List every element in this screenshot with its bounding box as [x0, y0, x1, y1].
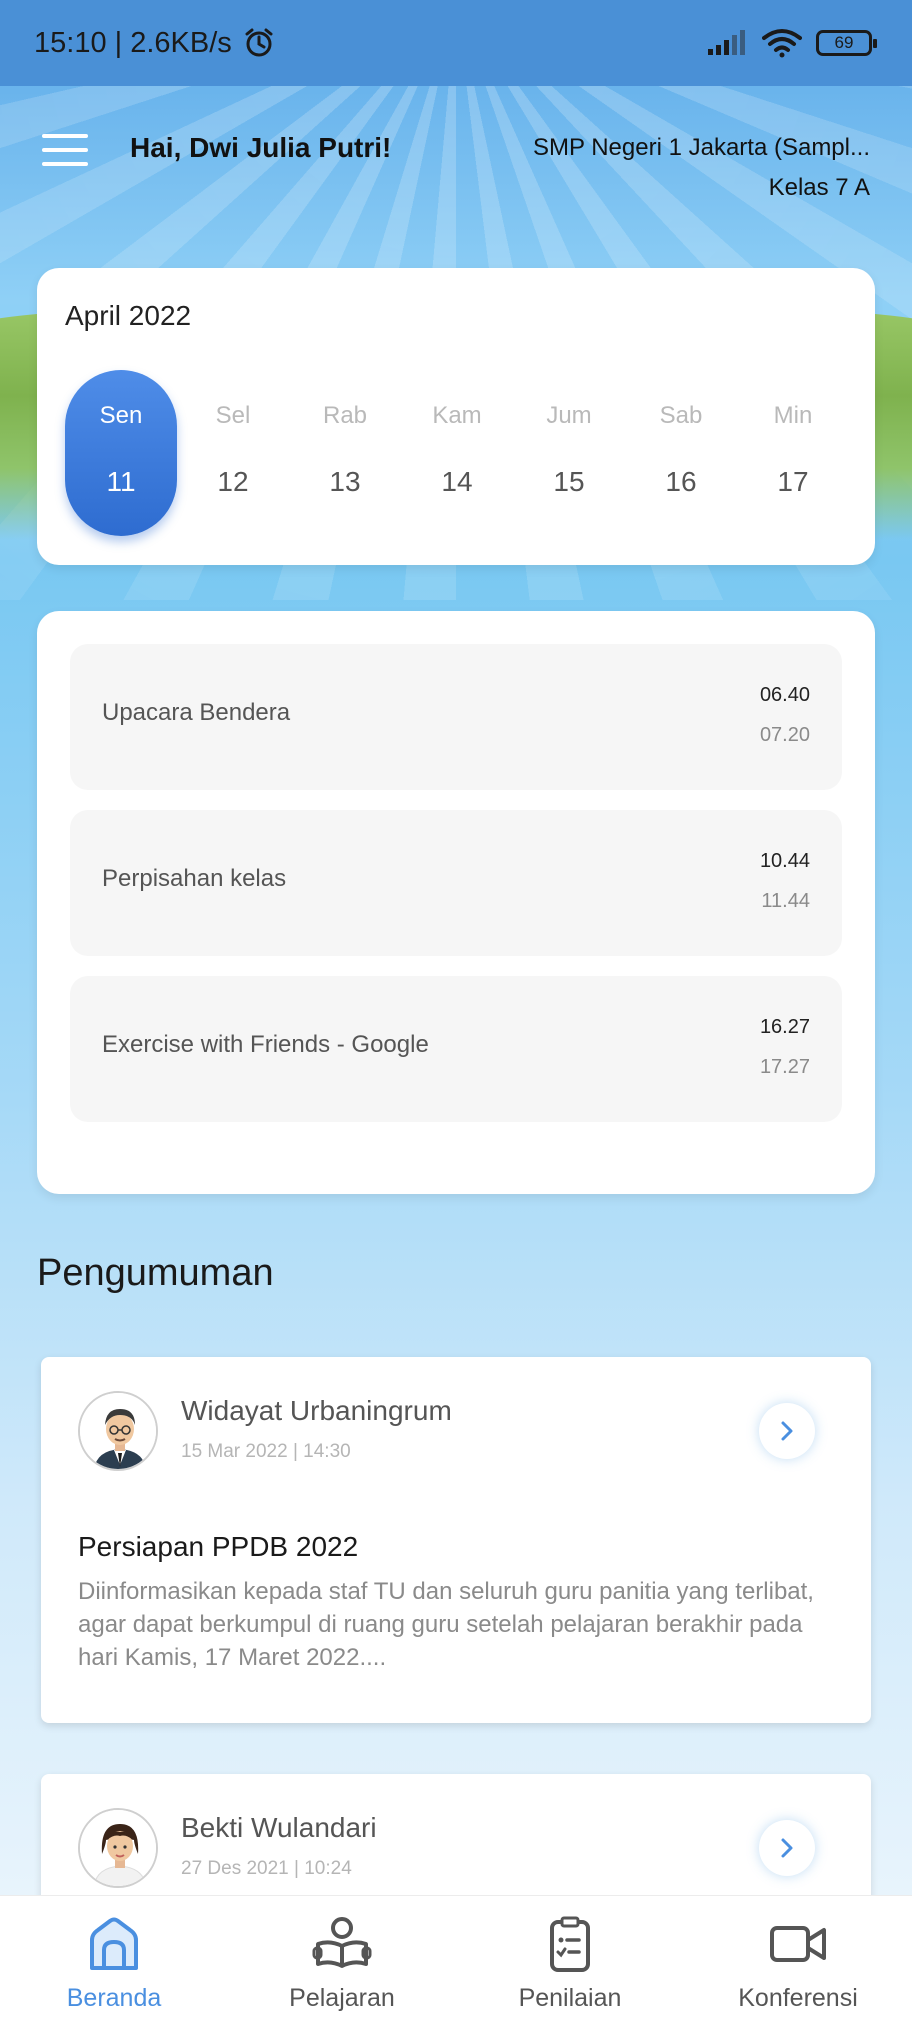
day-sun[interactable]: Min 17: [737, 370, 849, 536]
day-thu[interactable]: Kam 14: [401, 370, 513, 536]
day-number: 13: [329, 466, 361, 497]
hamburger-menu-icon[interactable]: [42, 134, 88, 168]
day-name: Sab: [659, 402, 703, 429]
day-number: 11: [106, 466, 136, 497]
class-name: Kelas 7 A: [768, 174, 870, 201]
day-name: Jum: [546, 402, 592, 429]
clipboard-icon: [550, 1916, 590, 1972]
day-number: 16: [665, 466, 697, 497]
open-announcement-button[interactable]: [759, 1820, 815, 1876]
avatar: [78, 1391, 158, 1471]
day-sat[interactable]: Sab 16: [625, 370, 737, 536]
event-title: Upacara Bendera: [102, 699, 291, 726]
teacher-female-avatar-icon: [80, 1810, 156, 1886]
announcements-heading: Pengumuman: [37, 1252, 274, 1294]
event-end-time: 11.44: [761, 890, 810, 912]
event-title: Perpisahan kelas: [102, 865, 287, 892]
nav-label: Konferensi: [738, 1984, 858, 2012]
day-fri[interactable]: Jum 15: [513, 370, 625, 536]
day-name: Sel: [215, 402, 251, 429]
video-icon: [770, 1926, 826, 1962]
calendar-month: April 2022: [65, 300, 192, 331]
book-reader-icon: [312, 1917, 372, 1968]
event-title: Exercise with Friends - Google: [102, 1031, 429, 1058]
battery-icon: 69: [816, 30, 877, 56]
day-name: Min: [773, 402, 813, 429]
announcement-title: Persiapan PPDB 2022: [78, 1531, 359, 1562]
nav-label: Beranda: [66, 1984, 162, 2012]
event-start-time: 10.44: [759, 850, 810, 872]
teacher-male-avatar-icon: [80, 1393, 156, 1469]
status-left: 15:10 | 2.6KB/s: [34, 26, 276, 60]
school-name: SMP Negeri 1 Jakarta (Sampl...: [532, 134, 870, 161]
greeting-text: Hai, Dwi Julia Putri!: [130, 132, 392, 163]
week-day-strip: Sen 11 Sel 12 Rab 13 Kam 14 Jum 15 Sab 1…: [65, 370, 849, 536]
status-time: 15:10 | 2.6KB/s: [34, 26, 232, 59]
day-name: Kam: [432, 402, 482, 429]
wifi-icon: [762, 29, 802, 58]
avatar: [78, 1808, 158, 1888]
day-number: 14: [441, 466, 473, 497]
bottom-navigation: Beranda Pelajaran Penilaian Konferensi: [0, 1895, 912, 2026]
signal-icon: [708, 30, 745, 55]
schedule-item[interactable]: Exercise with Friends - Google 16.27 17.…: [70, 976, 842, 1122]
day-name: Rab: [322, 402, 368, 429]
calendar-card: April 2022 Sen 11 Sel 12 Rab 13 Kam 14 J…: [37, 268, 875, 565]
day-tue[interactable]: Sel 12: [177, 370, 289, 536]
schedule-item[interactable]: Perpisahan kelas 10.44 11.44: [70, 810, 842, 956]
day-number: 12: [217, 466, 249, 497]
day-mon[interactable]: Sen 11: [65, 370, 177, 536]
nav-beranda[interactable]: Beranda: [0, 1896, 228, 2026]
nav-konferensi[interactable]: Konferensi: [684, 1896, 912, 2026]
chevron-right-icon: [781, 1838, 793, 1858]
day-number: 15: [553, 466, 585, 497]
day-number: 17: [777, 466, 809, 497]
announcement-date: 15 Mar 2022 | 14:30: [181, 1441, 351, 1462]
nav-label: Pelajaran: [289, 1984, 395, 2012]
status-right: 69: [706, 28, 877, 58]
event-start-time: 06.40: [759, 684, 810, 706]
day-name: Sen: [99, 402, 143, 429]
announcement-date: 27 Des 2021 | 10:24: [181, 1858, 352, 1879]
app-header: Hai, Dwi Julia Putri! SMP Negeri 1 Jakar…: [0, 120, 912, 220]
home-icon: [90, 1917, 138, 1970]
schedule-card: Upacara Bendera 06.40 07.20 Perpisahan k…: [37, 611, 875, 1194]
event-start-time: 16.27: [759, 1016, 810, 1038]
announcement-author: Bekti Wulandari: [181, 1812, 377, 1843]
announcement-body: Diinformasikan kepada staf TU dan seluru…: [78, 1578, 814, 1671]
open-announcement-button[interactable]: [759, 1403, 815, 1459]
alarm-icon: [245, 28, 273, 57]
nav-pelajaran[interactable]: Pelajaran: [228, 1896, 456, 2026]
announcement-author: Widayat Urbaningrum: [181, 1395, 452, 1426]
event-end-time: 17.27: [759, 1056, 810, 1078]
day-wed[interactable]: Rab 13: [289, 370, 401, 536]
battery-level: 69: [834, 33, 854, 52]
chevron-right-icon: [781, 1421, 793, 1441]
announcement-card[interactable]: Widayat Urbaningrum 15 Mar 2022 | 14:30 …: [41, 1357, 871, 1723]
event-end-time: 07.20: [759, 724, 810, 746]
nav-label: Penilaian: [518, 1984, 622, 2012]
schedule-item[interactable]: Upacara Bendera 06.40 07.20: [70, 644, 842, 790]
status-bar: 15:10 | 2.6KB/s 69: [0, 0, 912, 86]
nav-penilaian[interactable]: Penilaian: [456, 1896, 684, 2026]
